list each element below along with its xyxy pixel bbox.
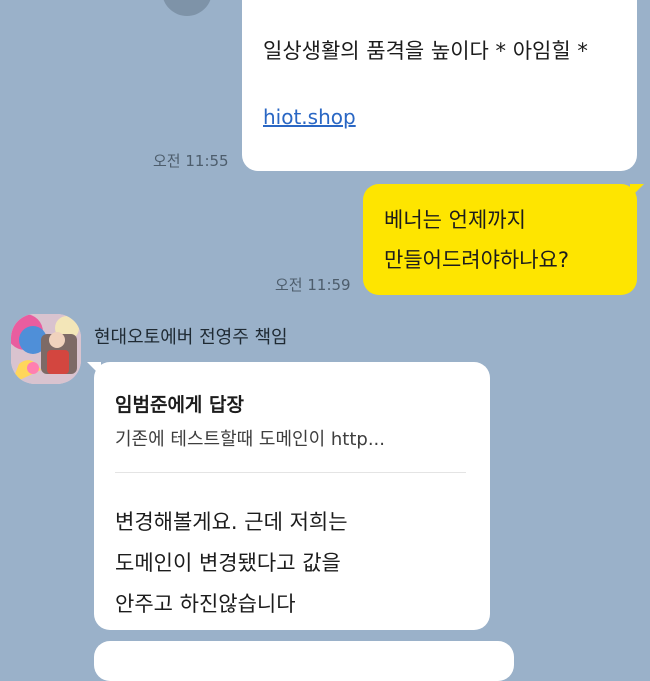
sender-name: 현대오토에버 전영주 책임 <box>94 327 288 348</box>
divider <box>115 472 466 473</box>
reply-to-label: 임범준에게 답장 <box>115 394 244 416</box>
avatar[interactable] <box>11 314 81 384</box>
link-url[interactable]: hiot.shop <box>263 105 356 129</box>
reply-message-line: 안주고 하진않습니다 <box>115 592 296 616</box>
share-button[interactable] <box>162 0 212 16</box>
my-message-bubble[interactable]: 베너는 언제까지 만들어드려야하나요? <box>363 184 644 295</box>
my-message-line: 베너는 언제까지 <box>384 208 526 232</box>
reply-message-text: 변경해볼게요. 근데 저희는 도메인이 변경됐다고 값을 안주고 하진않습니다 <box>115 502 475 625</box>
link-title: 일상생활의 품격을 높이다 * 아임힐 * <box>263 39 588 63</box>
my-message-text: 베너는 언제까지 만들어드려야하나요? <box>384 200 569 280</box>
next-message-bubble[interactable] <box>94 641 514 681</box>
reply-message-line: 변경해볼게요. 근데 저희는 <box>115 510 348 534</box>
link-preview-bubble[interactable]: 일상생활의 품격을 높이다 * 아임힐 * hiot.shop <box>242 0 637 171</box>
share-icon <box>176 0 198 2</box>
bubble-tail <box>630 184 644 198</box>
my-message-line: 만들어드려야하나요? <box>384 248 570 272</box>
bubble-tail <box>87 362 101 376</box>
reply-message-line: 도메인이 변경됐다고 값을 <box>115 551 341 575</box>
message-time: 오전 11:55 <box>153 152 229 170</box>
quoted-message[interactable]: 기존에 테스트할때 도메인이 http... <box>115 425 385 451</box>
message-time: 오전 11:59 <box>275 276 351 294</box>
profile-photo <box>11 314 81 384</box>
reply-message-bubble[interactable]: 임범준에게 답장 기존에 테스트할때 도메인이 http... 변경해볼게요. … <box>87 362 490 630</box>
